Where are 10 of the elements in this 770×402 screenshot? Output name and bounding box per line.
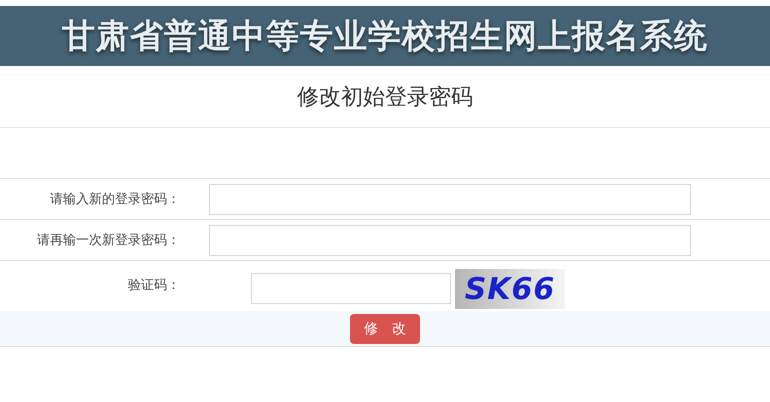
field-label: 验证码： (127, 276, 180, 294)
password-field[interactable] (209, 224, 691, 256)
field-label: 请输入新的登录密码： (49, 190, 180, 208)
site-title: 甘肃省普通中等专业学校招生网上报名系统 (62, 16, 708, 56)
captcha-field[interactable] (251, 273, 451, 304)
submit-button[interactable]: 修 改 (350, 314, 420, 344)
captcha-image[interactable]: SK66 (455, 269, 565, 309)
page-title: 修改初始登录密码 (297, 83, 473, 111)
field-label: 请再输一次新登录密码： (36, 231, 180, 250)
password-field[interactable] (209, 184, 691, 214)
